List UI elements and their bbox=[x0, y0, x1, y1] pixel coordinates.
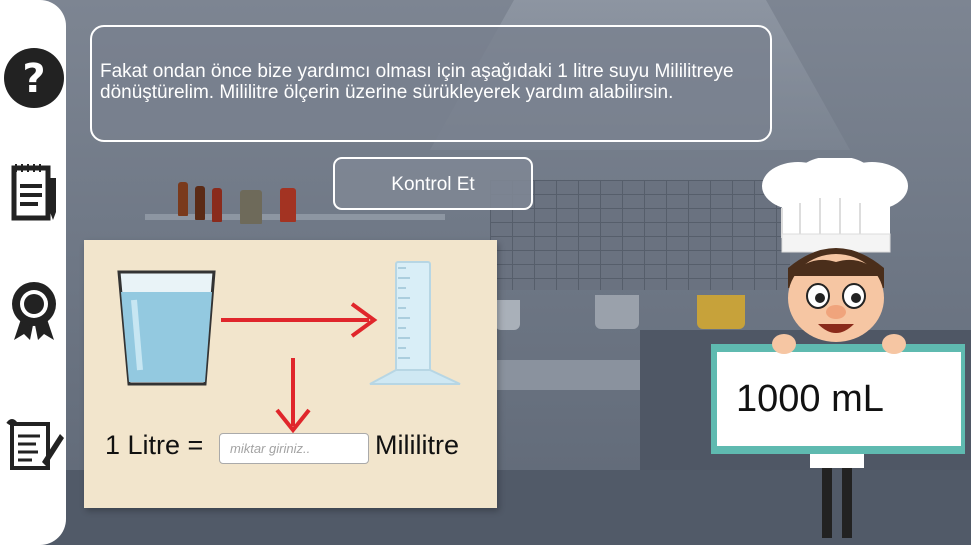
help-icon[interactable]: ? bbox=[2, 46, 66, 110]
notepad-icon[interactable] bbox=[2, 160, 66, 224]
measuring-cylinder[interactable] bbox=[368, 258, 462, 388]
chef-hands bbox=[772, 334, 906, 354]
instruction-text: Fakat ondan önce bize yardımcı olması iç… bbox=[100, 61, 734, 103]
scroll-icon[interactable] bbox=[2, 414, 66, 478]
bottle bbox=[178, 182, 188, 216]
jar bbox=[240, 190, 262, 224]
tile-wall bbox=[490, 180, 790, 290]
sidebar: ? bbox=[0, 0, 66, 545]
award-icon[interactable] bbox=[2, 278, 66, 342]
counter bbox=[495, 360, 640, 390]
svg-text:?: ? bbox=[22, 56, 45, 102]
litre-label: 1 Litre = bbox=[105, 430, 204, 460]
arrow-down-icon bbox=[275, 358, 311, 434]
pot bbox=[595, 295, 639, 329]
arrow-right-icon bbox=[221, 302, 378, 338]
check-button-label: Kontrol Et bbox=[391, 174, 475, 195]
check-button[interactable]: Kontrol Et bbox=[333, 157, 533, 210]
bottle bbox=[212, 188, 222, 222]
bottle bbox=[195, 186, 205, 220]
pot bbox=[697, 295, 745, 329]
millilitre-input[interactable] bbox=[219, 433, 369, 464]
pot bbox=[495, 300, 520, 330]
millilitre-label: Mililitre bbox=[375, 430, 459, 460]
jar bbox=[280, 188, 296, 222]
water-glass-icon bbox=[117, 270, 216, 386]
instruction-panel: Fakat ondan önce bize yardımcı olması iç… bbox=[90, 25, 772, 142]
measurement-value: 1000 mL bbox=[736, 378, 884, 420]
